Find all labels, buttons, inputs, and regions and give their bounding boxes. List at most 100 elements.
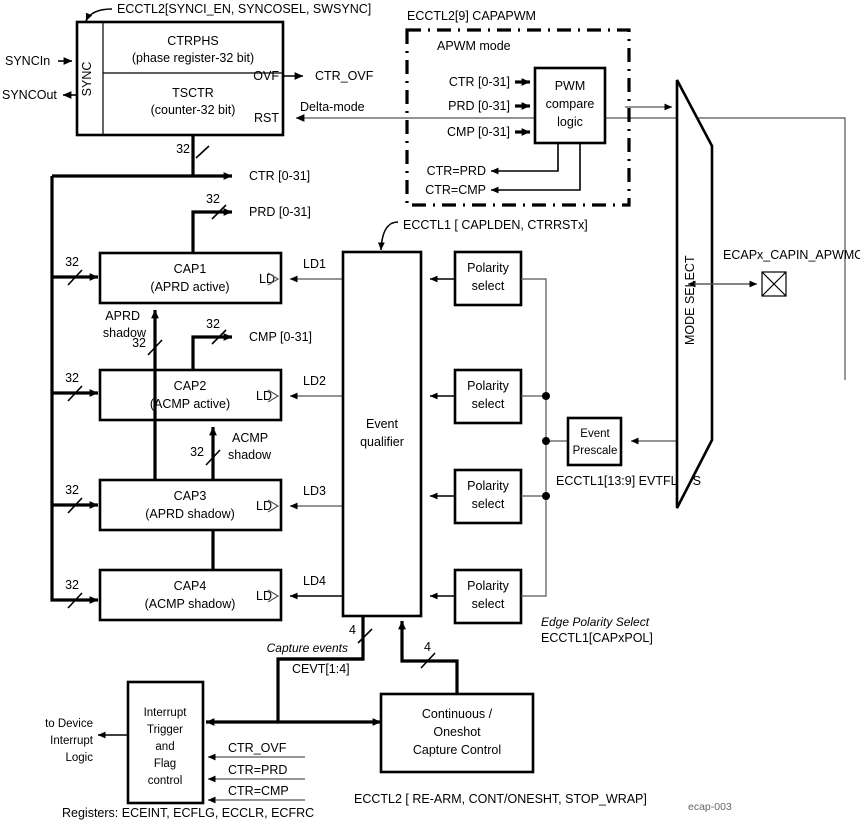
aprd-shadow-line1: APRD	[105, 309, 140, 323]
polarity-select-3-line2: select	[472, 497, 505, 511]
tsctr-title: TSCTR	[172, 86, 214, 100]
cevt-signal-label: CEVT[1:4]	[292, 662, 350, 676]
tsctr-subtitle: (counter-32 bit)	[151, 103, 236, 117]
polarity-select-2-line2: select	[472, 397, 505, 411]
cap3-width-label: 32	[65, 483, 79, 497]
cap3-feed-width: 32	[65, 483, 83, 514]
cap-feed-rail	[50, 176, 99, 604]
ctr-bus: 32 CTR [0-31]	[52, 135, 310, 183]
mode-select-block: MODE SELECT	[675, 79, 714, 509]
capture-control-line3: Capture Control	[413, 743, 501, 757]
figure-id: ecap-003	[688, 801, 732, 813]
polarity-select-1-line2: select	[472, 279, 505, 293]
prd-bus-width: 32	[206, 192, 220, 206]
diagram-canvas: SYNC CTRPHS (phase register-32 bit) TSCT…	[2, 2, 860, 820]
interrupt-out-line3: Logic	[66, 752, 94, 764]
cap4-name: CAP4	[174, 579, 207, 593]
edge-polarity-line1: Edge Polarity Select	[541, 615, 650, 629]
ctr-eq-cmp-wire	[490, 143, 581, 194]
event-qualifier-box	[341, 250, 423, 618]
cap4-box	[98, 568, 283, 622]
ctr-ovf-label: CTR_OVF	[315, 69, 374, 83]
edge-polarity-line2: ECCTL1[CAPxPOL]	[541, 631, 653, 645]
interrupt-in-ctr-cmp: CTR=CMP	[228, 784, 289, 798]
apwm-mode-label: APWM mode	[437, 39, 511, 53]
ctrphs-subtitle: (phase register-32 bit)	[132, 51, 254, 65]
syncin-label: SYNCIn	[5, 54, 50, 68]
polarity-select-1-line1: Polarity	[467, 261, 509, 275]
ecapx-pin-label: ECAPx_CAPIN_APWMOUT	[723, 248, 860, 262]
polarity-select-4-line1: Polarity	[467, 579, 509, 593]
apwm-out-ctr-cmp-label: CTR=CMP	[425, 183, 486, 197]
event-qualifier-line1: Event	[366, 417, 398, 431]
cap2-name: CAP2	[174, 379, 207, 393]
capture-events-label: Capture events	[267, 641, 348, 655]
cap1-ld1-label: LD1	[303, 257, 326, 271]
cap4-register: CAP4 (ACMP shadow) LD LD4	[98, 568, 343, 622]
cap1-ld-pin: LD	[259, 272, 275, 286]
cmp-bus-wire	[191, 333, 233, 370]
cap3-role: (APRD shadow)	[145, 507, 235, 521]
polarity-select-4: Polarity select	[429, 568, 523, 625]
cap2-box	[98, 368, 283, 422]
event-prescale-box	[566, 416, 623, 467]
cap2-ld2-label: LD2	[303, 374, 326, 388]
event-qualifier-block: Event qualifier	[341, 250, 423, 618]
polarity-select-3-line1: Polarity	[467, 479, 509, 493]
annotation-arrow-eventqual	[377, 221, 399, 251]
capture-control-feedback-path	[398, 620, 459, 694]
acmp-shadow-line1: ACMP	[232, 431, 268, 445]
ecapx-pin-group[interactable]: ECAPx_CAPIN_APWMOUT	[687, 248, 860, 297]
event-prescale-line2: Prescale	[573, 445, 618, 457]
ctr-bus-width: 32	[176, 142, 190, 156]
apwm-out-ctr-prd-label: CTR=PRD	[427, 164, 486, 178]
polarity-input-rail	[521, 278, 568, 597]
feedback-width: 4	[424, 640, 431, 654]
polarity-select-2: Polarity select	[429, 368, 523, 425]
acmp-shadow-line2: shadow	[228, 448, 272, 462]
capture-control-block: Continuous / Oneshot Capture Control ECC…	[354, 692, 647, 806]
sync-counter-block: SYNC CTRPHS (phase register-32 bit) TSCT…	[75, 20, 285, 137]
capture-events-slash	[357, 628, 373, 644]
polarity-rail-path	[521, 278, 547, 597]
capture-control-feedback: 4	[398, 620, 459, 694]
event-qualifier-line2: qualifier	[360, 435, 404, 449]
apwm-in-prd-label: PRD [0-31]	[448, 99, 510, 113]
ovf-pin-label: OVF	[253, 69, 279, 83]
ecctl2-sync-annotation: ECCTL2[SYNCI_EN, SYNCOSEL, SWSYNC]	[85, 2, 371, 22]
capture-events-width: 4	[349, 623, 356, 637]
interrupt-line1: Interrupt	[144, 707, 188, 719]
annotation-arrow-sync	[85, 8, 113, 22]
cap1-name: CAP1	[174, 262, 207, 276]
edge-polarity-note: Edge Polarity Select ECCTL1[CAPxPOL]	[541, 615, 653, 645]
apwm-mode-group: ECCTL2[9] CAPAPWM APWM mode PWM compare …	[405, 9, 631, 207]
polarity-select-4-line2: select	[472, 597, 505, 611]
cap3-name: CAP3	[174, 489, 207, 503]
cap1-box	[98, 251, 283, 305]
capture-events-bus: 4 Capture events CEVT[1:4]	[205, 616, 382, 726]
cap4-role: (ACMP shadow)	[145, 597, 236, 611]
polarity-select-3: Polarity select	[429, 468, 523, 525]
cmp-bus-label: CMP [0-31]	[249, 330, 312, 344]
sync-label: SYNC	[80, 62, 94, 97]
cap2-role: (ACMP active)	[150, 397, 230, 411]
ctrphs-title: CTRPHS	[167, 34, 218, 48]
capture-control-line2: Oneshot	[433, 725, 481, 739]
cap1-width-label: 32	[65, 255, 79, 269]
pwm-logic-line2: compare	[546, 97, 595, 111]
mode-select-label: MODE SELECT	[683, 255, 697, 345]
cap3-box	[98, 478, 283, 532]
prd-bus: 32 PRD [0-31]	[191, 192, 311, 253]
cap1-role: (APRD active)	[150, 280, 229, 294]
apwm-in-ctr-label: CTR [0-31]	[449, 75, 510, 89]
pwm-logic-line1: PWM	[555, 79, 586, 93]
cap2-width-label: 32	[65, 371, 79, 385]
cap4-feed-width: 32	[65, 578, 83, 609]
capture-control-line1: Continuous /	[422, 707, 493, 721]
prd-bus-label: PRD [0-31]	[249, 205, 311, 219]
ctr-eq-prd-wire	[490, 143, 559, 175]
apwm-in-cmp-label: CMP [0-31]	[447, 125, 510, 139]
rail-junction-1	[542, 392, 550, 400]
cap4-width-label: 32	[65, 578, 79, 592]
cap2-register: CAP2 (ACMP active) LD LD2	[98, 368, 343, 422]
